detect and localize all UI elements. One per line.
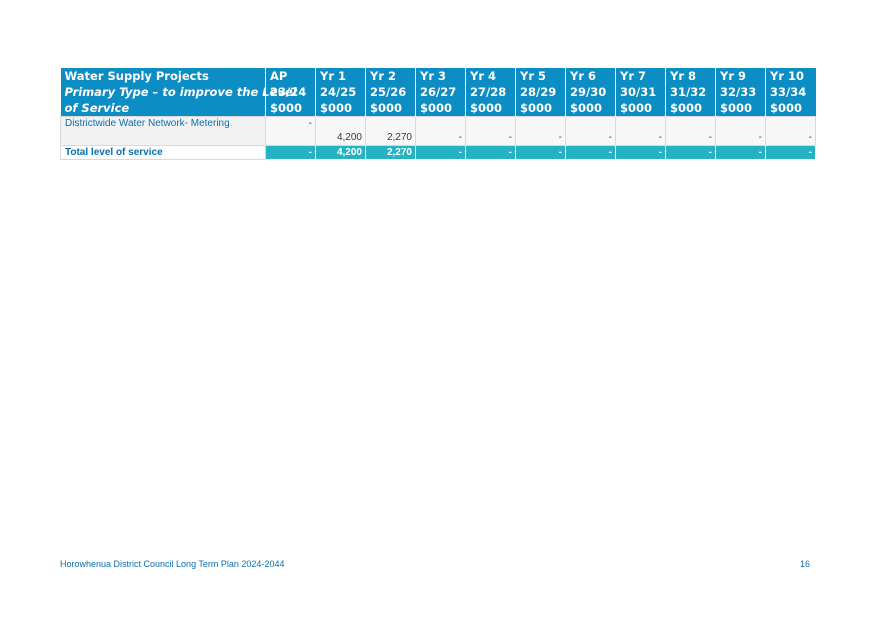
col-unit: $000 [620, 101, 653, 115]
table-subtitle-line1: Primary Type – to improve the Level [64, 85, 297, 99]
row-value: - [715, 116, 766, 146]
total-value: 4,200 [315, 145, 366, 160]
total-value: - [715, 145, 766, 160]
col-year: 29/30 [570, 85, 607, 99]
row-value: - [565, 116, 616, 146]
col-unit: $000 [270, 101, 303, 115]
header-title-cell: Water Supply Projects Primary Type – to … [60, 68, 297, 117]
col-year: 24/25 [320, 85, 357, 99]
col-unit: $000 [520, 101, 553, 115]
total-label: Total level of service [60, 145, 266, 160]
col-label: Yr 7 [620, 69, 647, 83]
col-label: Yr 6 [570, 69, 597, 83]
header-col-yr5: Yr 5 28/29 $000 [515, 68, 566, 117]
row-value: - [415, 116, 466, 146]
table-row: Districtwide Water Network- Metering - 4… [60, 116, 816, 146]
col-year: 31/32 [670, 85, 707, 99]
col-unit: $000 [370, 101, 403, 115]
header-col-yr10: Yr 10 33/34 $000 [765, 68, 816, 117]
col-year: 23/24 [270, 85, 307, 99]
col-unit: $000 [570, 101, 603, 115]
col-label: Yr 4 [470, 69, 497, 83]
page-number: 16 [799, 559, 810, 569]
row-value: 4,200 [315, 116, 366, 146]
header-col-yr4: Yr 4 27/28 $000 [465, 68, 516, 117]
total-value: - [515, 145, 566, 160]
total-value: - [265, 145, 316, 160]
col-unit: $000 [770, 101, 803, 115]
table-subtitle-line2: of Service [64, 101, 130, 115]
col-label: AP [270, 69, 288, 83]
col-unit: $000 [320, 101, 353, 115]
col-unit: $000 [720, 101, 753, 115]
row-value: - [665, 116, 716, 146]
footer-document-title: Horowhenua District Council Long Term Pl… [60, 559, 285, 569]
col-label: Yr 1 [320, 69, 347, 83]
col-year: 30/31 [620, 85, 657, 99]
row-value: - [265, 116, 316, 146]
table-title: Water Supply Projects [64, 69, 209, 83]
col-unit: $000 [670, 101, 703, 115]
total-value: 2,270 [365, 145, 416, 160]
col-year: 32/33 [720, 85, 757, 99]
col-label: Yr 3 [420, 69, 447, 83]
header-col-yr7: Yr 7 30/31 $000 [615, 68, 666, 117]
total-value: - [765, 145, 816, 160]
col-label: Yr 5 [520, 69, 547, 83]
col-unit: $000 [420, 101, 453, 115]
header-col-yr8: Yr 8 31/32 $000 [665, 68, 716, 117]
row-value: - [515, 116, 566, 146]
col-unit: $000 [470, 101, 503, 115]
header-col-ap: AP 23/24 $000 [265, 68, 316, 117]
total-value: - [665, 145, 716, 160]
col-label: Yr 9 [720, 69, 747, 83]
total-value: - [565, 145, 616, 160]
row-value: - [465, 116, 516, 146]
total-value: - [465, 145, 516, 160]
row-value: - [615, 116, 666, 146]
row-value: - [765, 116, 816, 146]
total-row: Total level of service - 4,200 2,270 - -… [60, 145, 816, 160]
col-year: 33/34 [770, 85, 807, 99]
table-header-row: Water Supply Projects Primary Type – to … [60, 68, 816, 117]
col-label: Yr 8 [670, 69, 697, 83]
header-col-yr6: Yr 6 29/30 $000 [565, 68, 616, 117]
header-col-yr1: Yr 1 24/25 $000 [315, 68, 366, 117]
total-value: - [615, 145, 666, 160]
row-value: 2,270 [365, 116, 416, 146]
header-col-yr9: Yr 9 32/33 $000 [715, 68, 766, 117]
col-year: 27/28 [470, 85, 507, 99]
total-value: - [415, 145, 466, 160]
col-label: Yr 2 [370, 69, 397, 83]
row-label: Districtwide Water Network- Metering [60, 116, 266, 146]
col-year: 26/27 [420, 85, 457, 99]
col-year: 25/26 [370, 85, 407, 99]
header-col-yr3: Yr 3 26/27 $000 [415, 68, 466, 117]
col-label: Yr 10 [770, 69, 805, 83]
col-year: 28/29 [520, 85, 557, 99]
header-col-yr2: Yr 2 25/26 $000 [365, 68, 416, 117]
capital-projects-table: Water Supply Projects Primary Type – to … [60, 68, 816, 160]
